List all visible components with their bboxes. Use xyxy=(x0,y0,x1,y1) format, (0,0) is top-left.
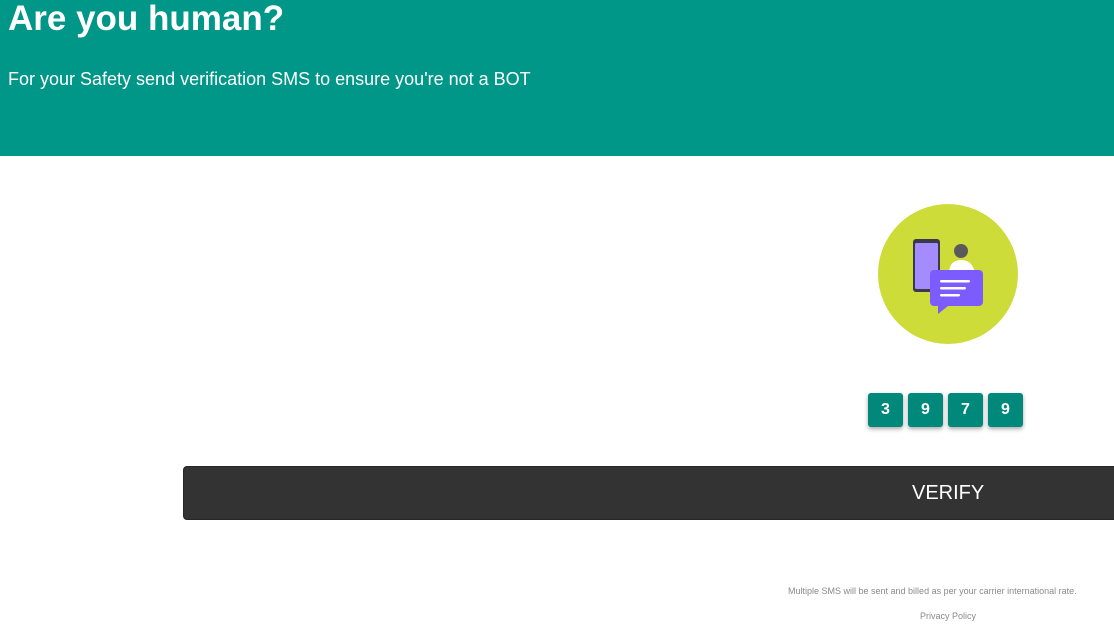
code-digit: 3 xyxy=(868,393,903,427)
code-digit: 9 xyxy=(988,393,1023,427)
chat-line-1 xyxy=(940,280,970,283)
phone-sms-chat-icon xyxy=(878,204,1018,344)
code-digit: 9 xyxy=(908,393,943,427)
chat-line-3 xyxy=(940,294,960,297)
verify-button[interactable] xyxy=(183,466,1114,520)
person-head xyxy=(954,244,968,258)
illustration-graphic xyxy=(878,204,1018,344)
verification-code: 3 9 7 9 xyxy=(868,393,1023,427)
code-digit: 7 xyxy=(948,393,983,427)
page-title: Are you human? xyxy=(8,0,285,38)
header-banner: Are you human? For your Safety send veri… xyxy=(0,0,1114,156)
privacy-policy-link[interactable]: Privacy Policy xyxy=(920,610,976,622)
page-subtitle: For your Safety send verification SMS to… xyxy=(8,69,531,89)
sms-disclaimer: Multiple SMS will be sent and billed as … xyxy=(788,586,1077,596)
chat-line-2 xyxy=(940,287,966,290)
